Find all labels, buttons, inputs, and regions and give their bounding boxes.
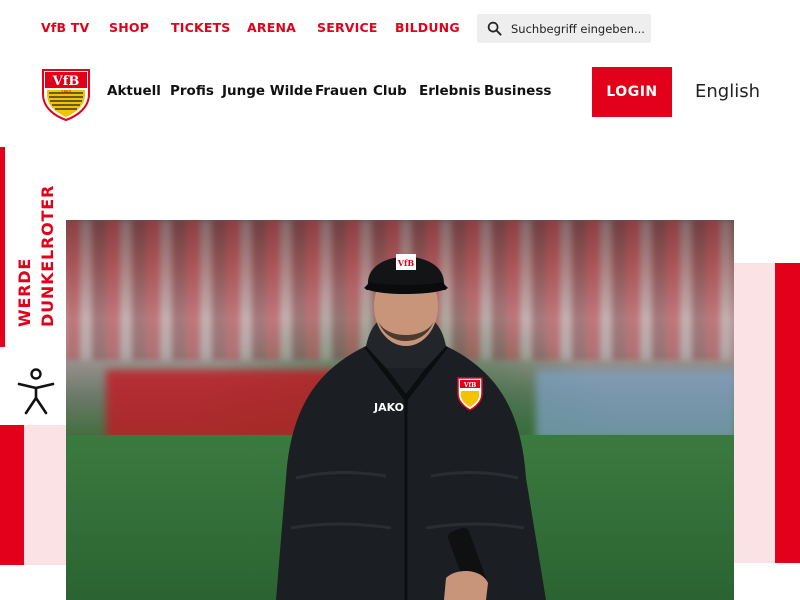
mainnav-profis[interactable]: Profis — [170, 83, 214, 99]
crest-year: 1893 — [61, 90, 72, 95]
cap-logo-text: VfB — [397, 258, 415, 268]
crest-text: VfB — [52, 74, 80, 89]
mainnav-erlebnis[interactable]: Erlebnis — [419, 83, 481, 99]
werde-dunkelroter-tab[interactable]: WERDE DUNKELROTER — [5, 147, 70, 342]
mainnav-business[interactable]: Business — [484, 83, 551, 99]
mainnav-junge-wilde[interactable]: Junge Wilde — [222, 83, 313, 99]
search-box[interactable] — [477, 14, 651, 43]
search-input[interactable] — [511, 14, 647, 43]
jacket-badge-text: VfB — [463, 382, 476, 389]
topnav-bildung[interactable]: BILDUNG — [395, 20, 460, 35]
right-pink-panel — [734, 263, 775, 563]
top-utility-nav: VfB TV SHOP TICKETS ARENA SERVICE BILDUN… — [0, 0, 800, 56]
mainnav-club[interactable]: Club — [373, 83, 407, 99]
topnav-arena[interactable]: ARENA — [247, 20, 296, 35]
mainnav-frauen[interactable]: Frauen — [315, 83, 368, 99]
search-icon[interactable] — [487, 21, 502, 36]
jacket-brand-text: JAKO — [373, 401, 404, 414]
topnav-vfbtv[interactable]: VfB TV — [41, 20, 89, 35]
language-switch[interactable]: English — [695, 81, 760, 102]
hero-image[interactable]: VfB VfB JAKO — [66, 220, 734, 600]
werde-line-1: WERDE — [15, 257, 34, 327]
right-accent-bar — [775, 263, 800, 563]
login-button[interactable]: LOGIN — [592, 67, 672, 117]
left-accent-bar-lower — [0, 425, 24, 565]
ad-board-blue — [536, 370, 734, 440]
vfb-crest-logo[interactable]: VfB 1893 — [41, 68, 91, 122]
werde-line-2: DUNKELROTER — [38, 184, 57, 327]
accessibility-button[interactable] — [4, 362, 67, 422]
topnav-shop[interactable]: SHOP — [109, 20, 149, 35]
accessibility-icon — [17, 368, 55, 415]
left-pink-panel — [24, 425, 68, 565]
vfb-crest-icon: VfB 1893 — [42, 69, 90, 122]
mainnav-aktuell[interactable]: Aktuell — [107, 83, 161, 99]
coach-photo: VfB VfB JAKO — [276, 254, 546, 600]
werde-dunkelroter-label: WERDE DUNKELROTER — [13, 157, 59, 327]
topnav-service[interactable]: SERVICE — [317, 20, 378, 35]
topnav-tickets[interactable]: TICKETS — [171, 20, 231, 35]
